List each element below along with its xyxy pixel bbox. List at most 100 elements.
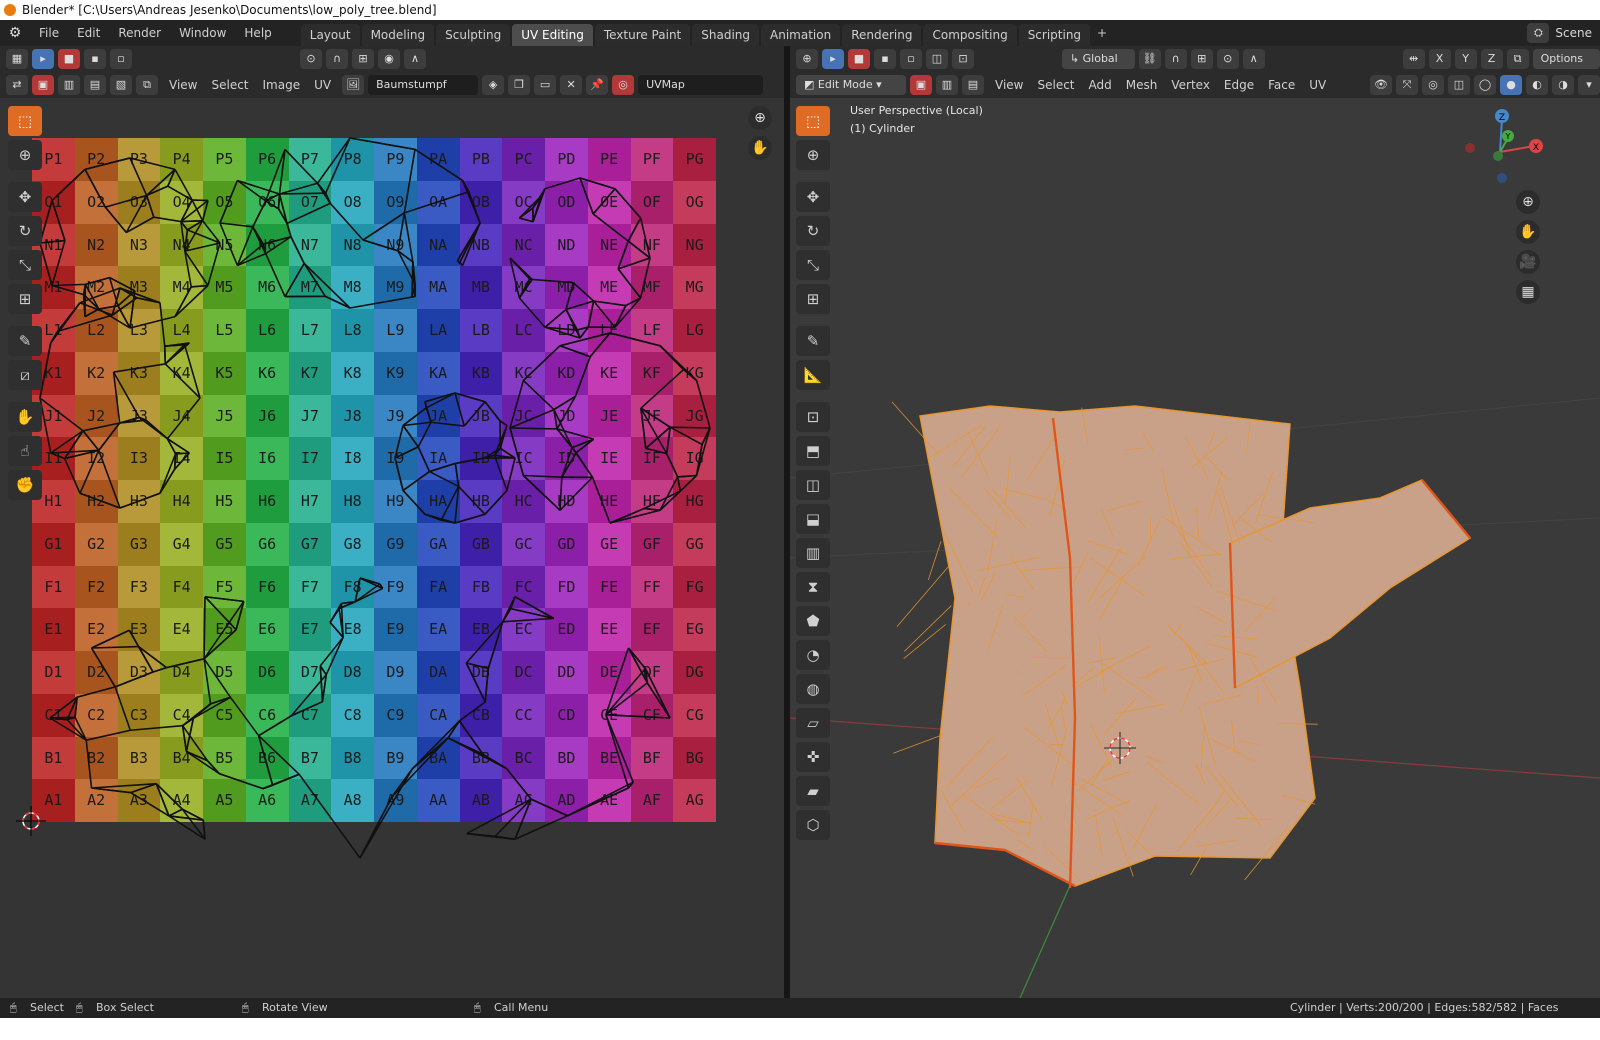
viewport-menu-face[interactable]: Face bbox=[1261, 78, 1302, 92]
fake-user-icon[interactable]: ◈ bbox=[482, 75, 505, 95]
viewport-menu-select[interactable]: Select bbox=[1030, 78, 1081, 92]
image-name-field[interactable]: Baumstumpf bbox=[368, 75, 479, 95]
cylinder-mesh[interactable] bbox=[790, 98, 1600, 998]
uv-tool-pinch-icon[interactable]: ✊ bbox=[8, 470, 42, 500]
orientation-dropdown[interactable]: ↳ Global ▾ bbox=[1061, 49, 1135, 85]
select-subtract-icon[interactable]: ▫ bbox=[900, 49, 922, 69]
uv-tool-cursor-icon[interactable]: ⊕ bbox=[8, 140, 42, 170]
blender-logo-icon[interactable]: ⚙ bbox=[0, 25, 30, 41]
select-mode-icon[interactable]: ▸ bbox=[32, 49, 54, 69]
uv-tool-move-icon[interactable]: ✥ bbox=[8, 182, 42, 212]
add-workspace-icon[interactable]: + bbox=[1092, 23, 1112, 43]
uv-sync-icon[interactable]: ⇄ bbox=[6, 75, 28, 95]
edge-select-mode-icon[interactable]: ▥ bbox=[936, 75, 958, 95]
shading-options-icon[interactable]: ▾ bbox=[1578, 75, 1600, 95]
tab-texture-paint[interactable]: Texture Paint bbox=[594, 24, 691, 46]
tab-compositing[interactable]: Compositing bbox=[923, 24, 1017, 46]
face-select-mode-icon[interactable]: ▤ bbox=[962, 75, 984, 95]
uv-tool-select-box-icon[interactable]: ⬚ bbox=[8, 106, 42, 136]
viewport-menu-vertex[interactable]: Vertex bbox=[1164, 78, 1217, 92]
camera-view-icon[interactable]: 🎥 bbox=[1516, 250, 1540, 274]
tool-smooth-icon[interactable]: ◍ bbox=[796, 674, 830, 704]
tool-extrude-icon[interactable]: ⬒ bbox=[796, 436, 830, 466]
vertex-select-mode-icon[interactable]: ▣ bbox=[910, 75, 932, 95]
viewport-zoom-icon[interactable]: ⊕ bbox=[1516, 190, 1540, 214]
tool-rotate-icon[interactable]: ↻ bbox=[796, 216, 830, 246]
tool-move-icon[interactable]: ✥ bbox=[796, 182, 830, 212]
ortho-toggle-icon[interactable]: ▦ bbox=[1516, 280, 1540, 304]
tool-annotate-icon[interactable]: ✎ bbox=[796, 326, 830, 356]
uv-menu-uv[interactable]: UV bbox=[307, 78, 338, 92]
tool-knife-icon[interactable]: ⧗ bbox=[796, 572, 830, 602]
uv-tool-annotate-icon[interactable]: ✎ bbox=[8, 326, 42, 356]
uv-menu-select[interactable]: Select bbox=[204, 78, 255, 92]
uv-face-select-icon[interactable]: ▤ bbox=[84, 75, 106, 95]
uv-select-mode-icon[interactable]: ■ bbox=[58, 49, 80, 69]
2d-cursor-icon[interactable] bbox=[16, 806, 46, 836]
tool-edge-slide-icon[interactable]: ▱ bbox=[796, 708, 830, 738]
uv-vertex-select-icon[interactable]: ▣ bbox=[32, 75, 54, 95]
axis-z-toggle[interactable]: Z bbox=[1480, 49, 1503, 69]
viewport-snap-icon[interactable]: ∩ bbox=[1164, 49, 1187, 69]
image-browse-icon[interactable]: 🖼 bbox=[342, 75, 365, 95]
uv-select-face-icon[interactable]: ▫ bbox=[110, 49, 132, 69]
uv-tool-relax-icon[interactable]: ☝ bbox=[8, 436, 42, 466]
select-intersect-icon[interactable]: ⊡ bbox=[952, 49, 974, 69]
scene-icon[interactable]: ⛭ bbox=[1527, 23, 1550, 43]
viewport-select-icon[interactable]: ▸ bbox=[822, 49, 844, 69]
shading-wireframe-icon[interactable]: ◯ bbox=[1474, 75, 1496, 95]
scene-label[interactable]: Scene bbox=[1555, 26, 1592, 40]
tab-sculpting[interactable]: Sculpting bbox=[436, 24, 511, 46]
tool-scale-icon[interactable]: ⤡ bbox=[796, 250, 830, 280]
menu-edit[interactable]: Edit bbox=[68, 20, 109, 46]
tab-animation[interactable]: Animation bbox=[761, 24, 841, 46]
viewport-menu-uv[interactable]: UV bbox=[1302, 78, 1333, 92]
tool-transform-icon[interactable]: ⊞ bbox=[796, 284, 830, 314]
tool-rip-region-icon[interactable]: ⬡ bbox=[796, 810, 830, 840]
new-image-icon[interactable]: ❐ bbox=[508, 75, 531, 95]
visibility-icon[interactable]: 👁 bbox=[1370, 75, 1392, 95]
xray-icon[interactable]: ◫ bbox=[1448, 75, 1470, 95]
uv-tool-scale-icon[interactable]: ⤡ bbox=[8, 250, 42, 280]
axis-y-toggle[interactable]: Y bbox=[1454, 49, 1477, 69]
tab-uv-editing[interactable]: UV Editing bbox=[512, 24, 593, 46]
sticky-select-icon[interactable]: ⧉ bbox=[136, 75, 158, 95]
tool-shear-icon[interactable]: ▰ bbox=[796, 776, 830, 806]
gizmo-toggle-icon[interactable]: ⤧ bbox=[1396, 75, 1418, 95]
mirror-icon[interactable]: ⇹ bbox=[1402, 49, 1425, 69]
uv-edge-select-icon[interactable]: ▥ bbox=[58, 75, 80, 95]
tool-poly-build-icon[interactable]: ⬟ bbox=[796, 606, 830, 636]
uv-tool-transform-icon[interactable]: ⊞ bbox=[8, 284, 42, 314]
pivot-icon[interactable]: ⊙ bbox=[300, 49, 322, 69]
tab-shading[interactable]: Shading bbox=[692, 24, 759, 46]
menu-help[interactable]: Help bbox=[235, 20, 280, 46]
snap-icon[interactable]: ∩ bbox=[326, 49, 348, 69]
tool-cursor-icon[interactable]: ⊕ bbox=[796, 140, 830, 170]
uv-tool-rip-icon[interactable]: ⧄ bbox=[8, 360, 42, 390]
pan-hand-icon[interactable]: ✋ bbox=[748, 136, 772, 160]
uv-select-edge-icon[interactable]: ▪ bbox=[84, 49, 106, 69]
viewport-menu-add[interactable]: Add bbox=[1082, 78, 1119, 92]
navigation-gizmo[interactable]: X Y Z bbox=[1460, 104, 1550, 194]
viewport-falloff-icon[interactable]: ∧ bbox=[1242, 49, 1265, 69]
pivot-point-icon[interactable]: ⛓ bbox=[1138, 49, 1161, 69]
shading-solid-icon[interactable]: ● bbox=[1500, 75, 1522, 95]
menu-file[interactable]: File bbox=[30, 20, 68, 46]
uv-tool-rotate-icon[interactable]: ↻ bbox=[8, 216, 42, 246]
tool-spin-icon[interactable]: ◔ bbox=[796, 640, 830, 670]
tool-inset-icon[interactable]: ◫ bbox=[796, 470, 830, 500]
viewport-editor-type-icon[interactable]: ⊕ bbox=[796, 49, 818, 69]
select-extend-icon[interactable]: ▪ bbox=[874, 49, 896, 69]
viewport-menu-view[interactable]: View bbox=[988, 78, 1030, 92]
overlay-toggle-icon[interactable]: ◎ bbox=[1422, 75, 1444, 95]
tool-measure-icon[interactable]: 📐 bbox=[796, 360, 830, 390]
unlink-image-icon[interactable]: ✕ bbox=[560, 75, 583, 95]
tab-scripting[interactable]: Scripting bbox=[1018, 24, 1091, 46]
proportional-icon[interactable]: ◉ bbox=[378, 49, 400, 69]
tool-bevel-icon[interactable]: ⬓ bbox=[796, 504, 830, 534]
tab-layout[interactable]: Layout bbox=[300, 24, 360, 46]
viewport-snap-target-icon[interactable]: ⊞ bbox=[1190, 49, 1213, 69]
tool-loop-cut-icon[interactable]: ▥ bbox=[796, 538, 830, 568]
auto-merge-icon[interactable]: ⧉ bbox=[1506, 49, 1529, 69]
zoom-icon[interactable]: ⊕ bbox=[748, 106, 772, 130]
